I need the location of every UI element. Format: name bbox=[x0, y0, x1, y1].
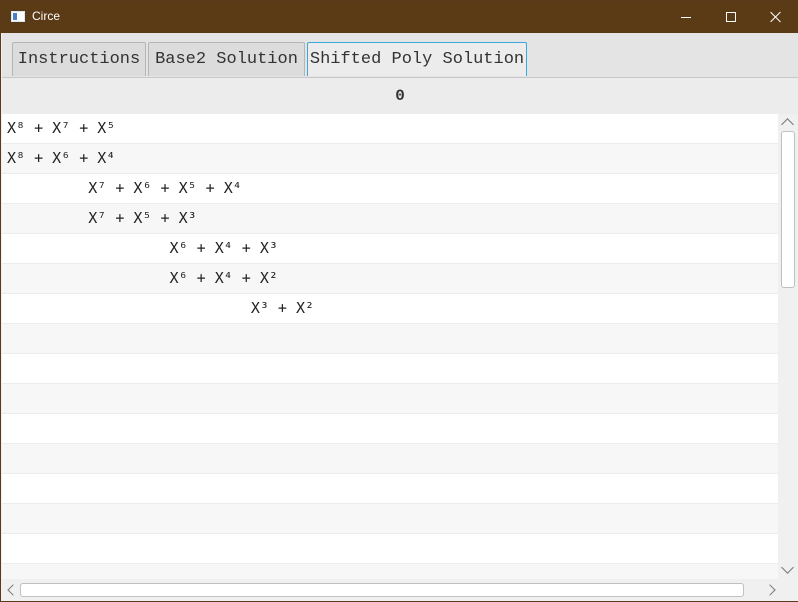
tab-shifted-poly-solution[interactable]: Shifted Poly Solution bbox=[307, 42, 527, 76]
list-item[interactable]: X⁸ + X⁶ + X⁴ bbox=[2, 144, 778, 174]
list-item[interactable] bbox=[2, 384, 778, 414]
list-item[interactable] bbox=[2, 414, 778, 444]
maximize-icon bbox=[725, 12, 736, 22]
list-item[interactable]: X⁶ + X⁴ + X³ bbox=[2, 234, 778, 264]
minimize-button[interactable] bbox=[663, 1, 708, 33]
app-window-icon bbox=[11, 11, 25, 22]
close-button[interactable] bbox=[753, 1, 798, 33]
maximize-button[interactable] bbox=[708, 1, 753, 33]
list-item[interactable] bbox=[2, 324, 778, 354]
app-window: Circe Instructions Base2 Solution Shifte… bbox=[0, 0, 798, 602]
list-item[interactable]: X⁸ + X⁷ + X⁵ bbox=[2, 114, 778, 144]
horizontal-scroll-thumb[interactable] bbox=[20, 583, 744, 597]
scroll-left-icon[interactable] bbox=[7, 584, 19, 596]
tab-bar: Instructions Base2 Solution Shifted Poly… bbox=[2, 33, 798, 78]
close-icon bbox=[770, 11, 782, 23]
list-item[interactable]: X⁷ + X⁶ + X⁵ + X⁴ bbox=[2, 174, 778, 204]
list-item[interactable] bbox=[2, 534, 778, 564]
solution-list[interactable]: X⁸ + X⁷ + X⁵ X⁸ + X⁶ + X⁴ X⁷ + X⁶ + X⁵ +… bbox=[2, 114, 778, 579]
list-item[interactable] bbox=[2, 564, 778, 579]
list-item[interactable] bbox=[2, 474, 778, 504]
tab-instructions[interactable]: Instructions bbox=[12, 42, 146, 76]
column-header: 0 bbox=[2, 78, 798, 115]
scroll-right-icon[interactable] bbox=[764, 584, 776, 596]
horizontal-scrollbar[interactable] bbox=[2, 579, 798, 601]
title-bar[interactable]: Circe bbox=[1, 1, 797, 33]
vertical-scrollbar[interactable] bbox=[778, 114, 798, 579]
list-item[interactable] bbox=[2, 504, 778, 534]
minimize-icon bbox=[680, 16, 691, 18]
list-item[interactable] bbox=[2, 444, 778, 474]
list-item[interactable] bbox=[2, 354, 778, 384]
scroll-up-icon[interactable] bbox=[781, 118, 794, 131]
tab-base2-solution[interactable]: Base2 Solution bbox=[148, 42, 305, 76]
list-item[interactable]: X³ + X² bbox=[2, 294, 778, 324]
list-item[interactable]: X⁶ + X⁴ + X² bbox=[2, 264, 778, 294]
list-item[interactable]: X⁷ + X⁵ + X³ bbox=[2, 204, 778, 234]
vertical-scroll-thumb[interactable] bbox=[781, 131, 795, 288]
window-title: Circe bbox=[32, 9, 61, 23]
scroll-down-icon[interactable] bbox=[781, 561, 794, 574]
